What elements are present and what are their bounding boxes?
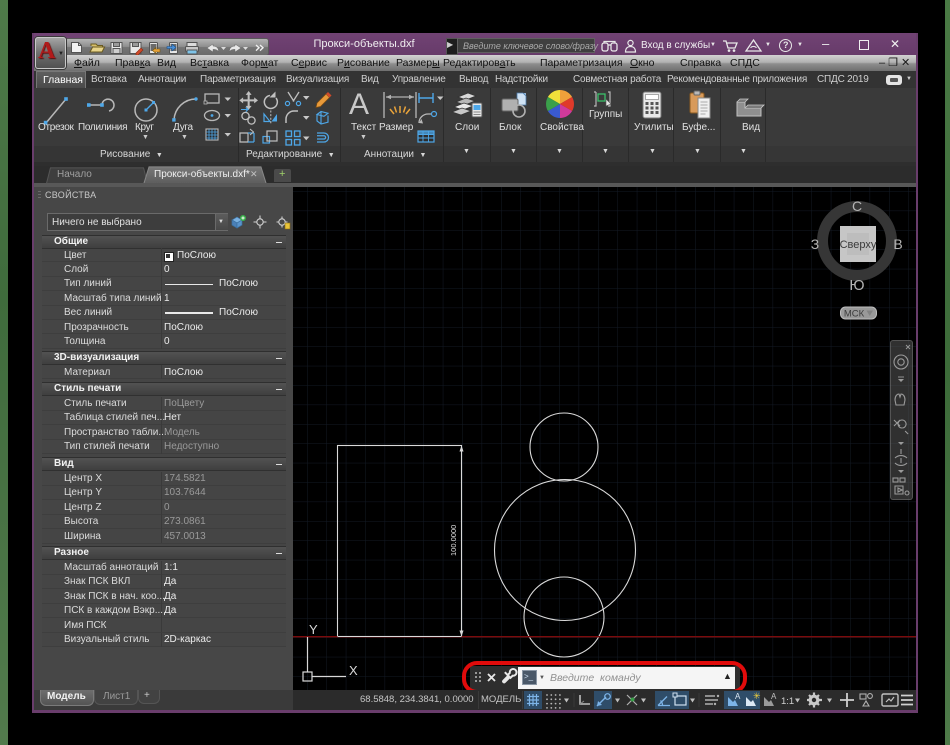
svg-text:Y: Y xyxy=(309,622,318,637)
svg-text:Ю: Ю xyxy=(849,277,864,294)
svg-text:X: X xyxy=(349,663,358,678)
svg-text:A: A xyxy=(771,692,777,701)
svg-text:A: A xyxy=(735,692,741,701)
svg-text:МСК: МСК xyxy=(844,309,865,320)
svg-text:1:1: 1:1 xyxy=(781,696,794,707)
svg-text:С: С xyxy=(852,198,862,214)
svg-text:В: В xyxy=(893,236,902,252)
svg-text:Сверху: Сверху xyxy=(840,239,877,251)
svg-text:✳: ✳ xyxy=(753,691,761,701)
svg-text:100.0000: 100.0000 xyxy=(449,525,458,556)
svg-text:З: З xyxy=(811,236,819,252)
